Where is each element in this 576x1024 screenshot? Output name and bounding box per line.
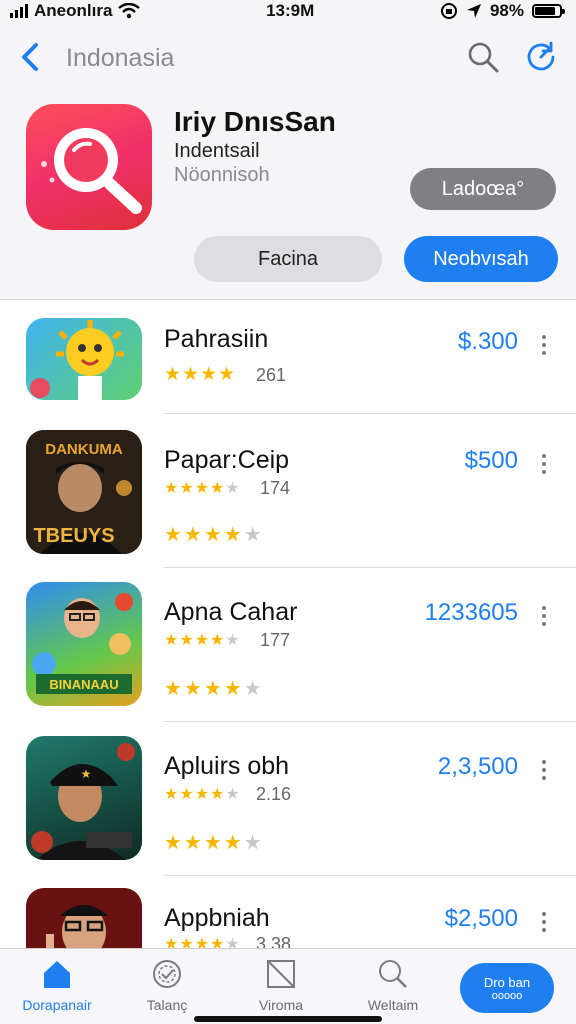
rating-count: 177 — [260, 630, 291, 650]
location-icon — [466, 4, 481, 18]
svg-text:★: ★ — [81, 767, 92, 781]
clock: 13:9M — [266, 1, 315, 20]
primary-button[interactable]: Neobvısah — [404, 236, 558, 282]
app-title: Pahrasiin — [164, 325, 269, 353]
tab-special-label: Dro ban — [483, 974, 531, 990]
wifi-icon — [118, 3, 141, 19]
app-subtitle: Indentsail — [174, 140, 260, 162]
price-label[interactable]: 1233605 — [425, 599, 518, 627]
nav-bar: Indonasia — [0, 32, 576, 82]
price-label[interactable]: $.300 — [458, 328, 518, 356]
app-title: Papar:Ceip — [164, 446, 290, 474]
tab-special-button[interactable]: Dro ban ooooo — [460, 963, 554, 1013]
list-item[interactable]: BINANAAU Apna Cahar ★★★★★ 177 ★★★★★ 1233… — [0, 568, 576, 722]
badge-icon — [153, 960, 181, 988]
icon-text-top: DANKUMA — [45, 441, 123, 458]
carrier-label: Aneonlıra — [34, 1, 113, 20]
price-label[interactable]: $2,500 — [445, 905, 518, 933]
tab-viroma[interactable]: Viroma — [226, 957, 336, 1013]
tab-home[interactable]: Dorapanair — [2, 957, 112, 1013]
more-options-icon[interactable] — [540, 912, 548, 932]
list-item[interactable]: DANKUMA TBEUYS Papar:Ceip ★★★★★ 174 ★★★★… — [0, 414, 576, 568]
home-indicator[interactable] — [194, 1016, 382, 1022]
tab-bar: Dorapanair Talanç Viroma Weltaim Dro ban… — [0, 948, 576, 1024]
signal-icon — [10, 4, 28, 18]
tab-label: Dorapanair — [22, 997, 92, 1013]
search-icon — [379, 960, 407, 988]
icon-text: BINANAAU — [49, 677, 118, 692]
rating-count: 261 — [256, 365, 287, 385]
rotation-lock-icon — [440, 3, 457, 19]
frame-icon — [267, 960, 295, 988]
tab-special-sublabel: ooooo — [491, 989, 523, 1002]
app-category: Nöonnisoh — [174, 164, 270, 186]
rating-stars: ★★★★★ — [164, 832, 264, 854]
icon-text-bottom: TBEUYS — [33, 525, 114, 547]
rating-count: 174 — [260, 478, 291, 498]
battery-icon — [532, 4, 565, 18]
portrait-icon: DANKUMA TBEUYS — [26, 430, 142, 554]
secondary-button[interactable]: Facina — [194, 236, 382, 282]
app-title: Apna Cahar — [164, 598, 298, 626]
refresh-icon[interactable] — [524, 40, 558, 74]
status-bar: Aneonlıra 13:9M 98% — [0, 0, 576, 22]
cartoon-group-icon: BINANAAU — [26, 582, 142, 706]
list-item[interactable]: Appbniah ★★★★★ 3.38 $2,500 — [0, 876, 576, 954]
tab-talanc[interactable]: Talanç — [112, 957, 222, 1013]
app-title: Appbniah — [164, 904, 270, 932]
more-options-icon[interactable] — [540, 606, 548, 626]
get-button[interactable]: Ladoœa° — [410, 168, 556, 210]
app-header: Indonasia Iriy DnısSan Indentsail Nöonni… — [0, 22, 576, 300]
more-options-icon[interactable] — [540, 335, 548, 355]
nav-title: Indonasia — [66, 44, 175, 72]
more-options-icon[interactable] — [540, 760, 548, 780]
home-icon — [44, 961, 70, 988]
list-item[interactable]: ★ Apluirs obh ★★★★★ 2.16 ★★★★★ 2,3,500 — [0, 722, 576, 876]
rating-stars: ★★★★★ — [164, 678, 264, 700]
app-title: Apluirs obh — [164, 752, 290, 780]
app-name: Iriy DnısSan — [174, 106, 336, 137]
portrait-cap-icon: ★ — [26, 736, 142, 860]
price-label[interactable]: 2,3,500 — [438, 753, 518, 781]
sun-cartoon-icon — [26, 318, 142, 400]
price-label[interactable]: $500 — [465, 447, 518, 475]
search-icon[interactable] — [466, 40, 500, 74]
rating-stars: ★★★★ — [164, 364, 237, 385]
rating-count: 2.16 — [256, 784, 292, 804]
battery-percent: 98% — [489, 1, 524, 20]
portrait-glasses-icon — [26, 888, 142, 948]
more-options-icon[interactable] — [540, 454, 548, 474]
list-item[interactable]: Pahrasiin ★★★★ 261 $.300 — [0, 301, 576, 414]
tab-label: Talanç — [146, 997, 188, 1013]
rating-stars-small: ★★★★★ — [164, 480, 241, 497]
magnifier-icon — [41, 128, 142, 214]
tab-label: Weltaim — [367, 997, 419, 1013]
app-icon — [26, 104, 152, 230]
tab-weltaim[interactable]: Weltaim — [338, 957, 448, 1013]
rating-stars-small: ★★★★★ — [164, 632, 241, 649]
rating-stars-small: ★★★★★ — [164, 786, 241, 803]
rating-stars: ★★★★★ — [164, 524, 264, 546]
tab-label: Viroma — [258, 997, 304, 1013]
back-chevron-icon[interactable] — [16, 42, 46, 72]
